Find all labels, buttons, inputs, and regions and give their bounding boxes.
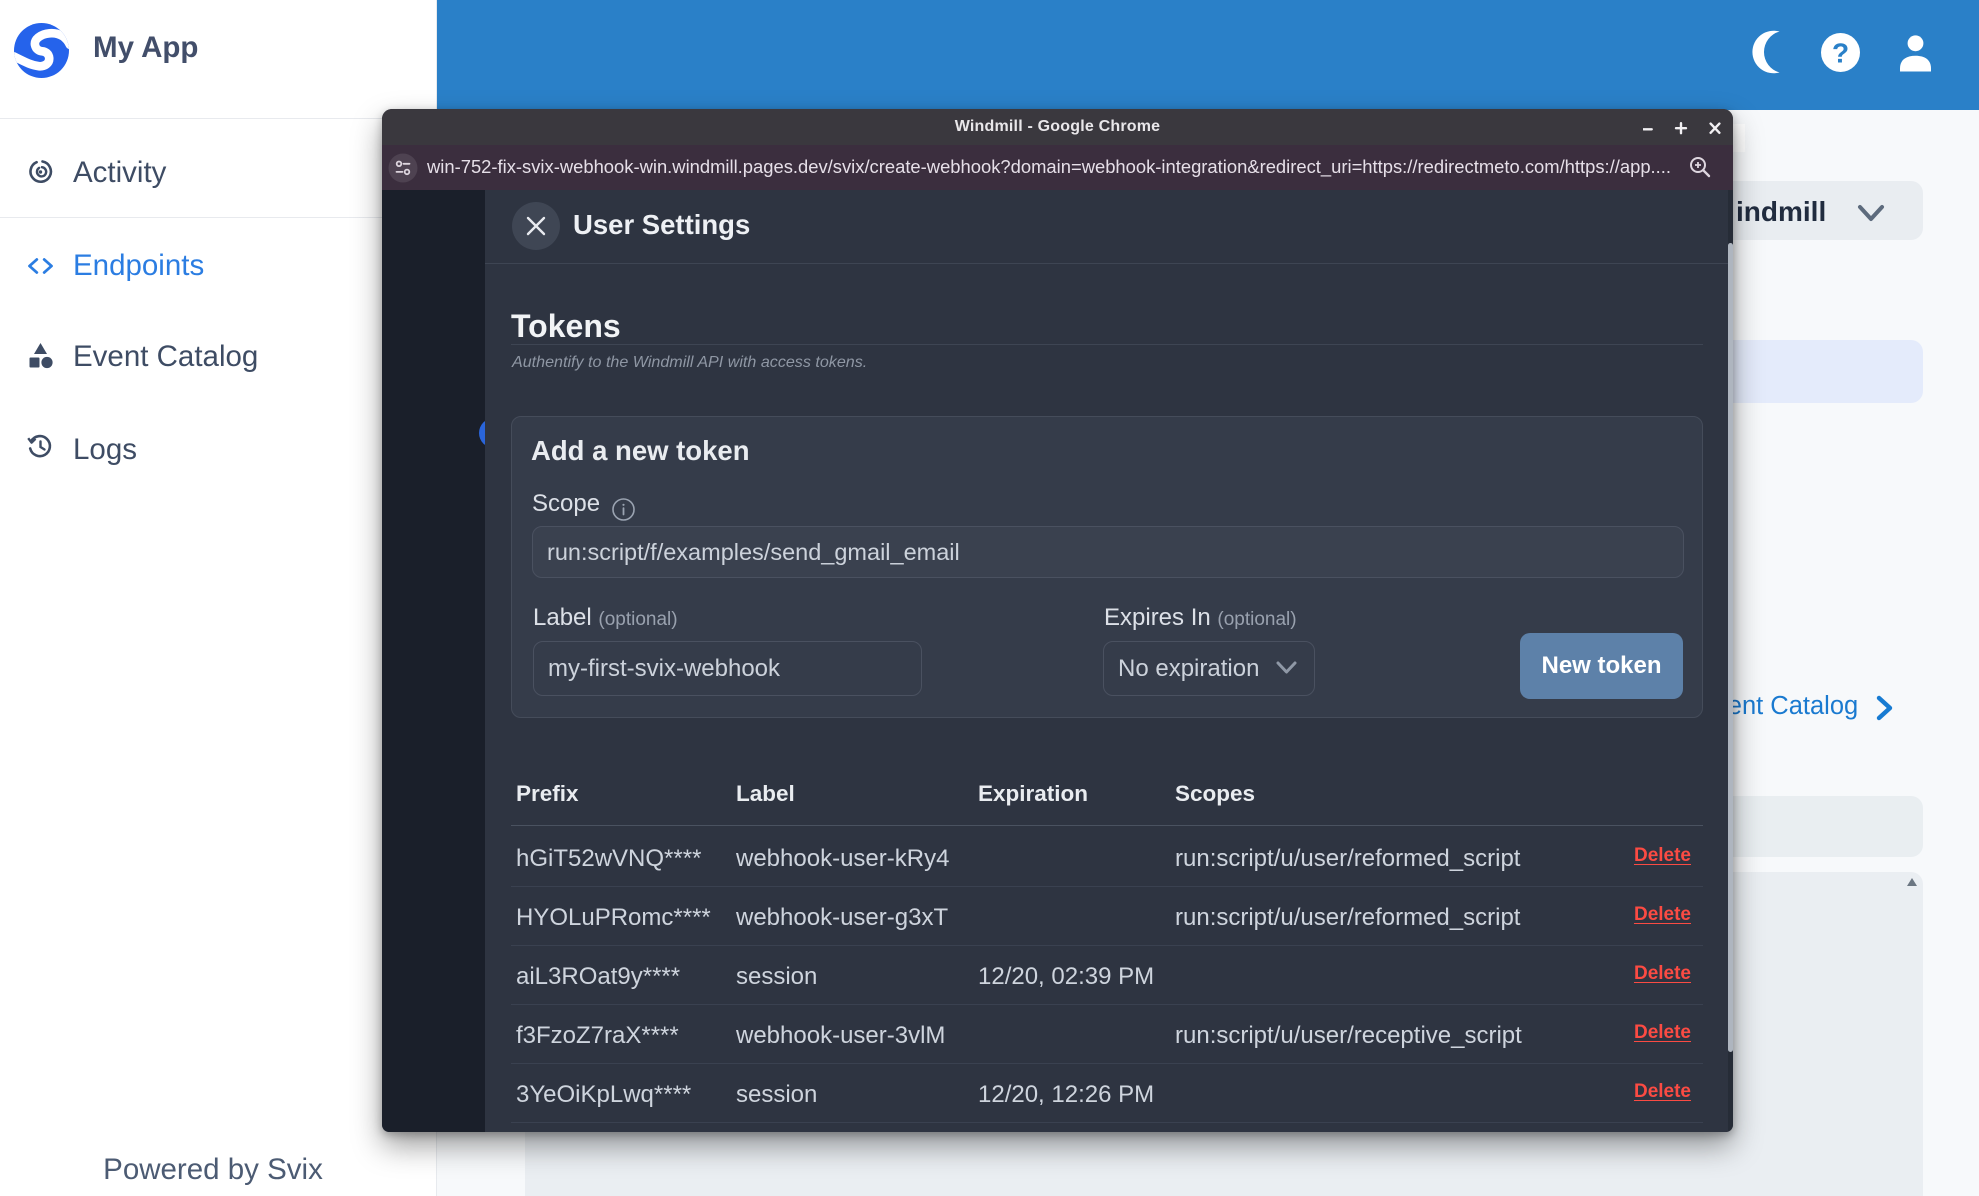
svg-text:?: ?: [1832, 38, 1849, 69]
